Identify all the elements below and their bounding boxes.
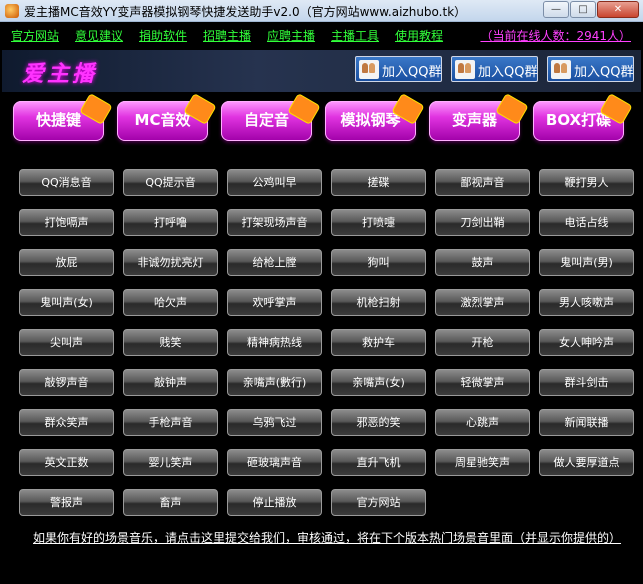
sound-button[interactable]: 精神病热线 [227, 329, 322, 356]
qq-group-icon [551, 60, 571, 79]
sound-button[interactable]: 砸玻璃声音 [227, 449, 322, 476]
menu-suggestions[interactable]: 意见建议 [75, 27, 123, 44]
tab-label: MC音效 [134, 111, 191, 129]
sound-button[interactable]: 婴儿笑声 [123, 449, 218, 476]
menu-tutorial[interactable]: 使用教程 [395, 27, 443, 44]
sound-button[interactable]: 英文正数 [19, 449, 114, 476]
sound-button[interactable]: 周星驰笑声 [435, 449, 530, 476]
tab-label: 模拟钢琴 [340, 111, 401, 129]
sound-button[interactable]: 心跳声 [435, 409, 530, 436]
sound-button[interactable]: 非诚勿扰亮灯 [123, 249, 218, 276]
menu-official-site[interactable]: 官方网站 [11, 27, 59, 44]
sound-button[interactable]: 刀剑出鞘 [435, 209, 530, 236]
sound-button[interactable]: 敲锣声音 [19, 369, 114, 396]
sound-button[interactable]: 公鸡叫早 [227, 169, 322, 196]
sound-button[interactable]: 放屁 [19, 249, 114, 276]
sound-button[interactable]: 做人要厚道点 [539, 449, 634, 476]
sound-button[interactable]: 畜声 [123, 489, 218, 516]
sound-button[interactable]: 邪恶的笑 [331, 409, 426, 436]
join-qq-group-button-3[interactable]: 加入QQ群 [547, 56, 634, 82]
title-bar: 爱主播MC音效YY变声器模拟钢琴快捷发送助手v2.0（官方网站www.aizhu… [0, 0, 643, 22]
logo: 爱主播 [22, 62, 98, 87]
sound-button[interactable]: 警报声 [19, 489, 114, 516]
submit-scene-music-link[interactable]: 如果你有好的场景音乐，请点击这里提交给我们，审核通过，将在下个版本热门场景音里面… [33, 529, 621, 546]
sound-button[interactable]: 贱笑 [123, 329, 218, 356]
tab-hotkeys[interactable]: 快捷键 [13, 92, 113, 141]
qq-group-icon [359, 60, 379, 79]
menu-apply-host[interactable]: 应聘主播 [267, 27, 315, 44]
sound-button[interactable]: 群斗剑击 [539, 369, 634, 396]
sound-button[interactable]: 官方网站 [331, 489, 426, 516]
sound-button[interactable]: 鬼叫声(女) [19, 289, 114, 316]
sound-button[interactable]: 打喷嚏 [331, 209, 426, 236]
sound-button[interactable]: 打饱嗝声 [19, 209, 114, 236]
new-ribbon-icon [79, 92, 113, 126]
sound-button[interactable]: 鬼叫声(男) [539, 249, 634, 276]
tab-custom-sounds[interactable]: 自定音 [221, 92, 321, 141]
tab-label: 自定音 [243, 111, 289, 129]
new-ribbon-icon [495, 92, 529, 126]
sound-button[interactable]: 鄙视声音 [435, 169, 530, 196]
sound-button[interactable]: 轻微掌声 [435, 369, 530, 396]
maximize-button[interactable]: □ [570, 1, 596, 18]
sound-button[interactable]: 男人咳嗽声 [539, 289, 634, 316]
sound-button[interactable]: 新闻联播 [539, 409, 634, 436]
sound-button[interactable]: 哈欠声 [123, 289, 218, 316]
sound-button[interactable]: 搓碟 [331, 169, 426, 196]
sound-button[interactable]: 机枪扫射 [331, 289, 426, 316]
tab-label: 快捷键 [35, 111, 81, 129]
tab-voice-changer[interactable]: 变声器 [429, 92, 529, 141]
sound-button[interactable]: 鞭打男人 [539, 169, 634, 196]
new-ribbon-icon [287, 92, 321, 126]
sound-button[interactable]: QQ消息音 [19, 169, 114, 196]
sound-button[interactable]: QQ提示音 [123, 169, 218, 196]
sound-button[interactable]: 开枪 [435, 329, 530, 356]
minimize-button[interactable]: — [543, 1, 569, 18]
app-icon [5, 4, 19, 18]
sound-button[interactable]: 手枪声音 [123, 409, 218, 436]
sound-button[interactable]: 打呼噜 [123, 209, 218, 236]
sound-button[interactable]: 亲嘴声(女) [331, 369, 426, 396]
menu-bar: 官方网站 意见建议 捐助软件 招聘主播 应聘主播 主播工具 使用教程 （当前在线… [0, 22, 643, 48]
window-title: 爱主播MC音效YY变声器模拟钢琴快捷发送助手v2.0（官方网站www.aizhu… [24, 5, 467, 19]
sound-button[interactable]: 女人呻吟声 [539, 329, 634, 356]
sound-button[interactable]: 电话占线 [539, 209, 634, 236]
close-button[interactable]: ✕ [597, 1, 639, 18]
banner: 爱主播 加入QQ群 加入QQ群 加入QQ群 [2, 50, 641, 92]
qq-button-label: 加入QQ群 [574, 65, 634, 80]
tab-mc-sounds[interactable]: MC音效 [117, 92, 217, 141]
sound-button[interactable]: 亲嘴声(數行) [227, 369, 322, 396]
join-qq-group-button-2[interactable]: 加入QQ群 [451, 56, 538, 82]
sound-button[interactable]: 鼓声 [435, 249, 530, 276]
tab-piano[interactable]: 模拟钢琴 [325, 92, 425, 141]
sound-button[interactable]: 激烈掌声 [435, 289, 530, 316]
menu-host-tools[interactable]: 主播工具 [331, 27, 379, 44]
sound-button[interactable]: 狗叫 [331, 249, 426, 276]
sound-button[interactable]: 停止播放 [227, 489, 322, 516]
window-controls: — □ ✕ [542, 1, 639, 18]
tab-label: 变声器 [451, 111, 497, 129]
online-count: （当前在线人数：2941人） [480, 29, 631, 43]
sound-button[interactable]: 敲钟声 [123, 369, 218, 396]
sound-button[interactable]: 欢呼掌声 [227, 289, 322, 316]
sound-button[interactable]: 打架现场声音 [227, 209, 322, 236]
menu-recruit-host[interactable]: 招聘主播 [203, 27, 251, 44]
qq-group-icon [455, 60, 475, 79]
sound-button[interactable]: 尖叫声 [19, 329, 114, 356]
join-qq-group-button-1[interactable]: 加入QQ群 [355, 56, 442, 82]
menu-donate[interactable]: 捐助软件 [139, 27, 187, 44]
qq-button-label: 加入QQ群 [382, 65, 442, 80]
sound-button[interactable]: 群众笑声 [19, 409, 114, 436]
tab-box-dj[interactable]: BOX打碟 [533, 92, 633, 141]
qq-button-label: 加入QQ群 [478, 65, 538, 80]
sound-button[interactable]: 直升飞机 [331, 449, 426, 476]
sound-button[interactable]: 乌鸦飞过 [227, 409, 322, 436]
sound-button[interactable]: 救护车 [331, 329, 426, 356]
sound-button[interactable]: 给枪上膛 [227, 249, 322, 276]
